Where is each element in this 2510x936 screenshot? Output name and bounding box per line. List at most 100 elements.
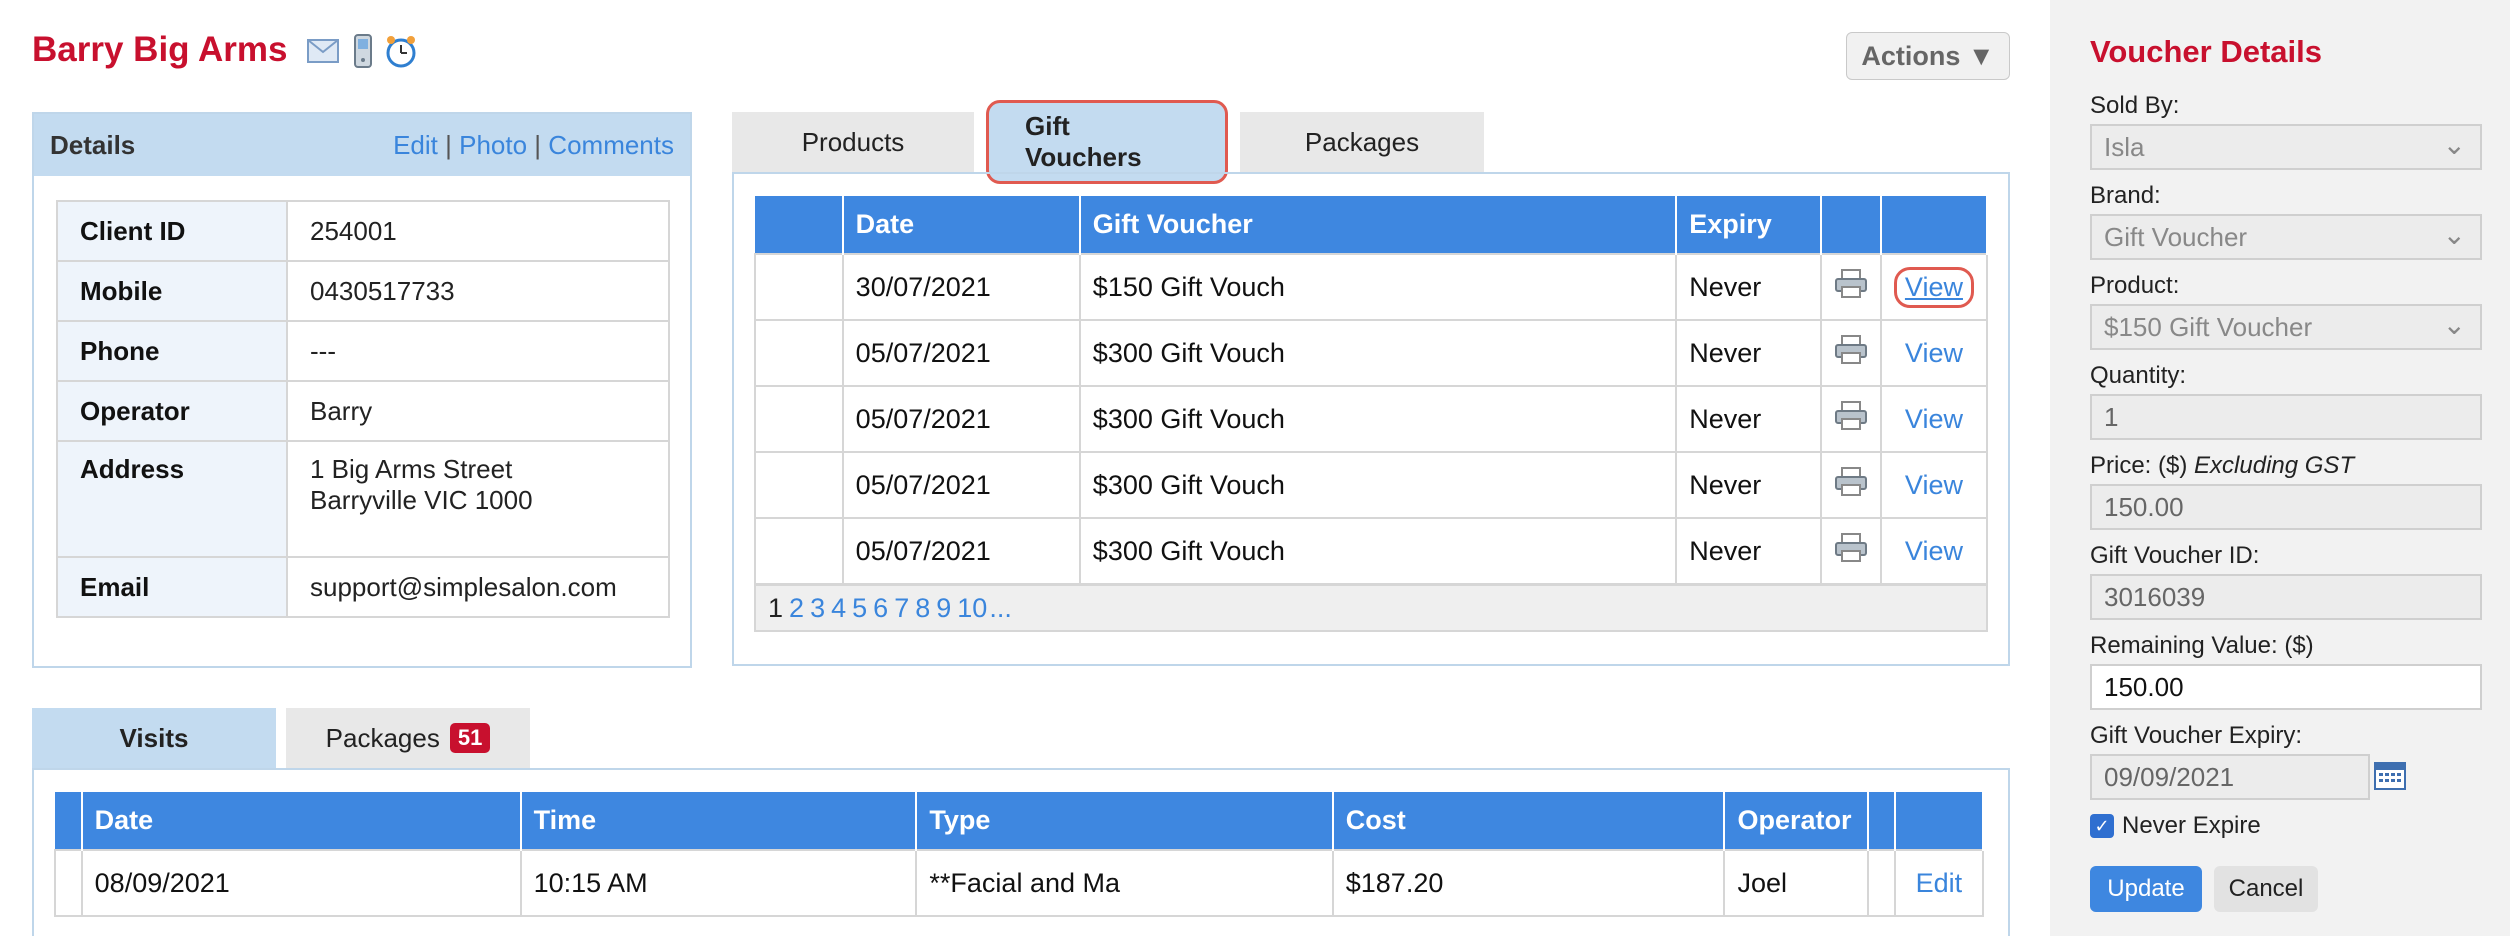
print-icon[interactable] [1819,385,1882,453]
print-icon[interactable] [1819,517,1882,585]
tab-gift-vouchers[interactable]: Gift Vouchers [986,100,1228,184]
page-link-5[interactable]: 5 [852,593,867,624]
price-note: Excluding GST [2194,452,2355,479]
print-icon[interactable] [1819,451,1882,519]
view-link[interactable]: View [1905,338,1963,368]
row-cell [754,385,844,453]
page-current: 1 [768,592,784,623]
column-header-date[interactable]: Date [81,792,522,850]
photo-link[interactable]: Photo [459,130,527,160]
email-label: Email [56,556,288,618]
comments-link[interactable]: Comments [548,130,674,160]
column-header [1868,792,1896,850]
brand-label: Brand: [2090,182,2161,209]
row-cell [754,451,844,519]
edit-link[interactable]: Edit [393,130,438,160]
sold-by-select: Isla [2090,124,2482,170]
voucher-cell: $300 Gift Vouch [1078,451,1678,519]
operator-value: Barry [286,380,670,442]
page-link-2[interactable]: 2 [789,593,804,624]
separator: | [445,129,452,160]
details-panel: Details Edit | Photo | Comments Client I… [32,112,692,668]
expiry-cell: Never [1675,517,1822,585]
address-line-2: Barryville VIC 1000 [310,485,533,515]
phone-value: --- [286,320,670,382]
date-cell: 05/07/2021 [841,451,1081,519]
mobile-label: Mobile [56,260,288,322]
client-id-label: Client ID [56,200,288,262]
expiry-date-field: 09/09/2021 [2090,754,2370,800]
sold-by-label: Sold By: [2090,92,2180,119]
never-expire-row: ✓ Never Expire [2090,812,2261,840]
never-expire-label: Never Expire [2122,812,2261,839]
print-icon[interactable] [1819,319,1882,387]
column-header-cost[interactable]: Cost [1332,792,1726,850]
tab-packages-bottom[interactable]: Packages 51 [286,708,530,768]
packages-count-badge: 51 [449,723,491,753]
column-header [1820,196,1882,254]
pagination: 1 2 3 4 5 6 7 8 9 10 ... [754,584,1988,632]
column-header-expiry[interactable]: Expiry [1676,196,1822,254]
expiry-cell: Never [1675,451,1822,519]
visit-operator-cell: Joel [1723,849,1870,917]
visit-time-cell: 10:15 AM [519,849,918,917]
view-link[interactable]: View [1893,266,1974,308]
alarm-clock-icon[interactable] [384,34,418,68]
tab-packages[interactable]: Packages [1240,112,1484,172]
page-link-more[interactable]: ... [989,593,1012,624]
column-header [755,196,844,254]
calendar-icon[interactable] [2374,760,2406,795]
column-header-date[interactable]: Date [842,196,1081,254]
expiry-label: Gift Voucher Expiry: [2090,722,2303,749]
view-link[interactable]: View [1905,404,1963,434]
remaining-value-input[interactable]: 150.00 [2090,664,2482,710]
row-cell [754,319,844,387]
client-id-value: 254001 [286,200,670,262]
row-cell [754,253,844,321]
row-cell [54,849,83,917]
view-link[interactable]: View [1905,470,1963,500]
column-header-operator[interactable]: Operator [1724,792,1870,850]
column-header-type[interactable]: Type [916,792,1334,850]
column-header-time[interactable]: Time [520,792,918,850]
column-header [55,792,83,850]
column-header-gift-voucher[interactable]: Gift Voucher [1079,196,1678,254]
product-select: $150 Gift Voucher [2090,304,2482,350]
address-label: Address [56,440,288,558]
page-link-10[interactable]: 10 [957,593,987,624]
page-link-6[interactable]: 6 [873,593,888,624]
mobile-phone-icon[interactable] [346,34,380,68]
visit-type-cell: **Facial and Ma [915,849,1334,917]
voucher-details-title: Voucher Details [2090,34,2323,69]
email-icon[interactable] [306,34,340,68]
tab-visits[interactable]: Visits [32,708,276,768]
view-link[interactable]: View [1905,536,1963,566]
details-table: Client ID 254001 Mobile 0430517733 Phone --… [56,200,670,618]
quantity-field: 1 [2090,394,2482,440]
table-row: 05/07/2021 $300 Gift Vouch Never View [754,319,1989,387]
never-expire-checkbox[interactable]: ✓ [2090,814,2114,838]
page-link-7[interactable]: 7 [894,593,909,624]
update-button[interactable]: Update [2090,866,2202,912]
page-link-9[interactable]: 9 [936,593,951,624]
table-row: 05/07/2021 $300 Gift Vouch Never View [754,517,1989,585]
details-header: Details Edit | Photo | Comments [34,114,690,176]
cancel-button[interactable]: Cancel [2214,866,2318,912]
voucher-id-field: 3016039 [2090,574,2482,620]
voucher-id-label: Gift Voucher ID: [2090,542,2260,569]
brand-select: Gift Voucher [2090,214,2482,260]
visit-edit-link[interactable]: Edit [1916,868,1963,898]
date-cell: 05/07/2021 [841,385,1081,453]
price-field: 150.00 [2090,484,2482,530]
page-link-3[interactable]: 3 [810,593,825,624]
voucher-cell: $300 Gift Vouch [1078,517,1678,585]
page-link-4[interactable]: 4 [831,593,846,624]
email-value: support@simplesalon.com [286,556,670,618]
tab-products[interactable]: Products [732,112,974,172]
actions-button[interactable]: Actions ▼ [1846,32,2010,80]
date-cell: 30/07/2021 [841,253,1081,321]
page-link-8[interactable]: 8 [915,593,930,624]
voucher-cell: $150 Gift Vouch [1078,253,1678,321]
column-header [1894,792,1985,850]
print-icon[interactable] [1819,253,1882,321]
